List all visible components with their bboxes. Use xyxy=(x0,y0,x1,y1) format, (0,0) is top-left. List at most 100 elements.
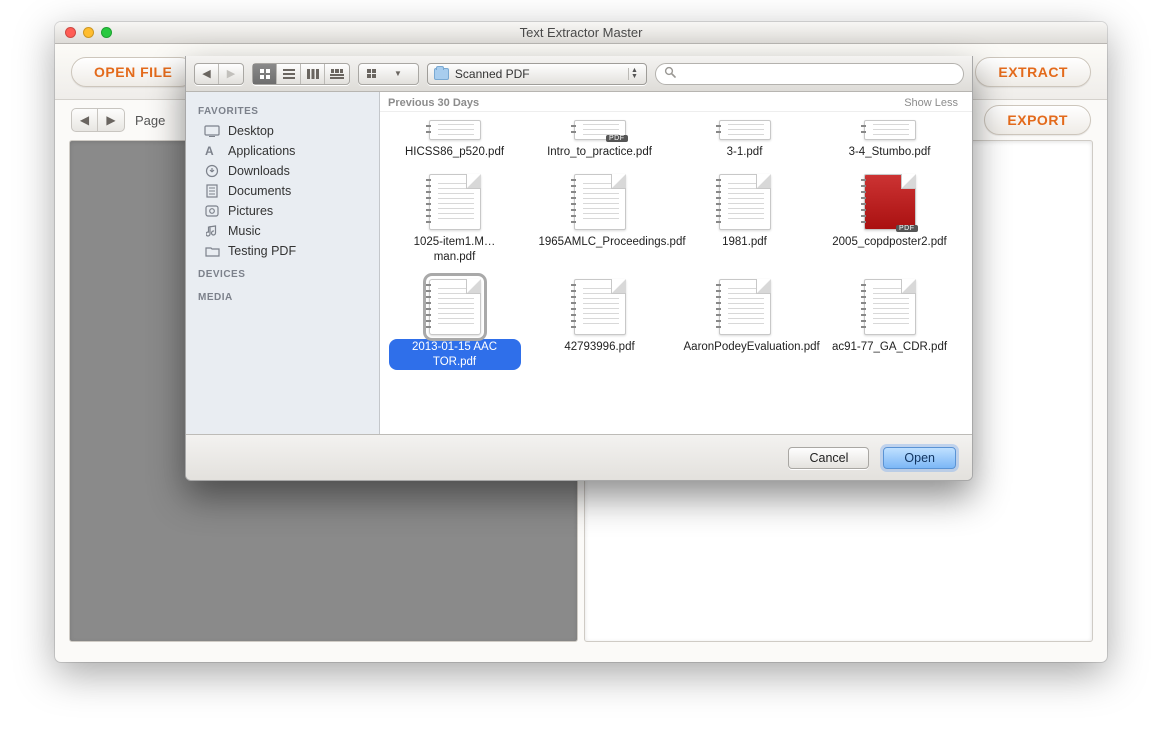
path-popup[interactable]: Scanned PDF ▲▼ xyxy=(427,63,647,85)
open-file-sheet: ◀ ▶ ▼ Scanned PDF ▲▼ xyxy=(185,56,973,481)
file-thumbnail xyxy=(719,174,771,230)
documents-icon xyxy=(204,184,220,198)
arrange-menu[interactable]: ▼ xyxy=(358,63,419,85)
column-view-icon[interactable] xyxy=(301,64,325,84)
file-thumbnail xyxy=(574,279,626,335)
back-icon[interactable]: ◀ xyxy=(195,64,219,84)
file-thumbnail: PDF xyxy=(864,174,916,230)
file-item[interactable]: 3-1.pdf xyxy=(674,116,815,164)
file-name-label: 2005_copdposter2.pdf xyxy=(827,234,951,250)
forward-icon[interactable]: ▶ xyxy=(219,64,243,84)
prev-page-icon[interactable]: ◀ xyxy=(72,109,98,131)
file-name-label: 1025-item1.M…man.pdf xyxy=(389,234,521,265)
file-name-label: HICSS86_p520.pdf xyxy=(400,144,509,160)
search-icon xyxy=(664,66,676,81)
svg-text:A: A xyxy=(205,144,214,158)
pictures-icon xyxy=(204,204,220,218)
file-item[interactable]: PDF 2005_copdposter2.pdf xyxy=(819,170,960,254)
open-file-button[interactable]: OPEN FILE xyxy=(71,57,195,87)
sidebar-item-documents[interactable]: Documents xyxy=(186,181,379,201)
file-thumbnail xyxy=(574,174,626,230)
sidebar-item-label: Testing PDF xyxy=(228,244,296,258)
sidebar-item-desktop[interactable]: Desktop xyxy=(186,121,379,141)
sidebar-header-devices: DEVICES xyxy=(186,261,379,284)
file-item[interactable]: 1965AMLC_Proceedings.pdf xyxy=(529,170,670,254)
search-input[interactable] xyxy=(682,67,955,81)
file-thumbnail xyxy=(429,174,481,230)
file-item[interactable]: 2013-01-15 AAC TOR.pdf xyxy=(384,275,525,374)
file-thumbnail xyxy=(719,120,771,140)
apps-icon: A xyxy=(204,144,220,158)
file-item[interactable]: 42793996.pdf xyxy=(529,275,670,359)
window-title: Text Extractor Master xyxy=(55,25,1107,40)
file-name-label: 1981.pdf xyxy=(717,234,772,250)
sheet-toolbar: ◀ ▶ ▼ Scanned PDF ▲▼ xyxy=(186,56,972,92)
file-item[interactable]: HICSS86_p520.pdf xyxy=(384,116,525,164)
file-item[interactable]: 1025-item1.M…man.pdf xyxy=(384,170,525,269)
page-nav-segment[interactable]: ◀ ▶ xyxy=(71,108,125,132)
extract-button[interactable]: EXTRACT xyxy=(975,57,1091,87)
sidebar-header-media: MEDIA xyxy=(186,284,379,307)
titlebar: Text Extractor Master xyxy=(55,22,1107,44)
file-name-label: 42793996.pdf xyxy=(559,339,639,355)
sidebar-item-applications[interactable]: A Applications xyxy=(186,141,379,161)
file-name-label: 2013-01-15 AAC TOR.pdf xyxy=(389,339,521,370)
open-button[interactable]: Open xyxy=(883,447,956,469)
sidebar-item-label: Applications xyxy=(228,144,295,158)
file-name-label: AaronPodeyEvaluation.pdf xyxy=(679,339,811,355)
file-scroll[interactable]: HICSS86_p520.pdf PDF Intro_to_practice.pdf… xyxy=(380,112,972,434)
pdf-badge-icon: PDF xyxy=(606,135,628,142)
search-field[interactable] xyxy=(655,63,964,85)
sidebar-item-label: Music xyxy=(228,224,261,238)
history-nav[interactable]: ◀ ▶ xyxy=(194,63,244,85)
file-item[interactable]: 1981.pdf xyxy=(674,170,815,254)
file-name-label: ac91-77_GA_CDR.pdf xyxy=(827,339,952,355)
folder-icon xyxy=(204,244,220,258)
chevron-down-icon: ▼ xyxy=(386,69,410,78)
page-label: Page xyxy=(135,113,165,128)
file-area: Previous 30 Days Show Less HICSS86_p520.… xyxy=(380,92,972,434)
sidebar-item-label: Pictures xyxy=(228,204,273,218)
arrange-icon[interactable]: ▼ xyxy=(359,64,418,84)
sidebar-item-music[interactable]: Music xyxy=(186,221,379,241)
file-thumbnail xyxy=(429,120,481,140)
file-item[interactable]: AaronPodeyEvaluation.pdf xyxy=(674,275,815,359)
file-thumbnail xyxy=(719,279,771,335)
sidebar-item-testing-pdf[interactable]: Testing PDF xyxy=(186,241,379,261)
file-group-header: Previous 30 Days Show Less xyxy=(380,92,972,112)
path-popup-label: Scanned PDF xyxy=(455,67,530,81)
sidebar: FAVORITES Desktop A Applications Downloads D… xyxy=(186,92,380,434)
sidebar-header-favorites: FAVORITES xyxy=(186,98,379,121)
file-name-label: Intro_to_practice.pdf xyxy=(542,144,657,160)
coverflow-view-icon[interactable] xyxy=(325,64,349,84)
pdf-badge-icon: PDF xyxy=(896,225,918,232)
sidebar-item-label: Desktop xyxy=(228,124,274,138)
sidebar-item-label: Downloads xyxy=(228,164,290,178)
file-item[interactable]: PDF Intro_to_practice.pdf xyxy=(529,116,670,164)
cancel-button[interactable]: Cancel xyxy=(788,447,869,469)
popup-arrows-icon: ▲▼ xyxy=(628,68,640,80)
sheet-footer: Cancel Open xyxy=(186,434,972,480)
file-item[interactable]: 3-4_Stumbo.pdf xyxy=(819,116,960,164)
downloads-icon xyxy=(204,164,220,178)
sidebar-item-pictures[interactable]: Pictures xyxy=(186,201,379,221)
view-mode-segment[interactable] xyxy=(252,63,350,85)
file-item[interactable]: ac91-77_GA_CDR.pdf xyxy=(819,275,960,359)
file-name-label: 3-1.pdf xyxy=(722,144,768,160)
file-thumbnail xyxy=(429,279,481,335)
file-thumbnail xyxy=(864,279,916,335)
group-title: Previous 30 Days xyxy=(388,97,479,109)
icon-view-icon[interactable] xyxy=(253,64,277,84)
next-page-icon[interactable]: ▶ xyxy=(98,109,124,131)
sidebar-item-label: Documents xyxy=(228,184,291,198)
file-thumbnail: PDF xyxy=(574,120,626,140)
file-name-label: 3-4_Stumbo.pdf xyxy=(844,144,936,160)
folder-icon xyxy=(434,68,449,80)
sidebar-item-downloads[interactable]: Downloads xyxy=(186,161,379,181)
export-button[interactable]: EXPORT xyxy=(984,105,1091,135)
list-view-icon[interactable] xyxy=(277,64,301,84)
file-name-label: 1965AMLC_Proceedings.pdf xyxy=(534,234,666,250)
music-icon xyxy=(204,224,220,238)
file-thumbnail xyxy=(864,120,916,140)
show-less-link[interactable]: Show Less xyxy=(904,97,958,109)
